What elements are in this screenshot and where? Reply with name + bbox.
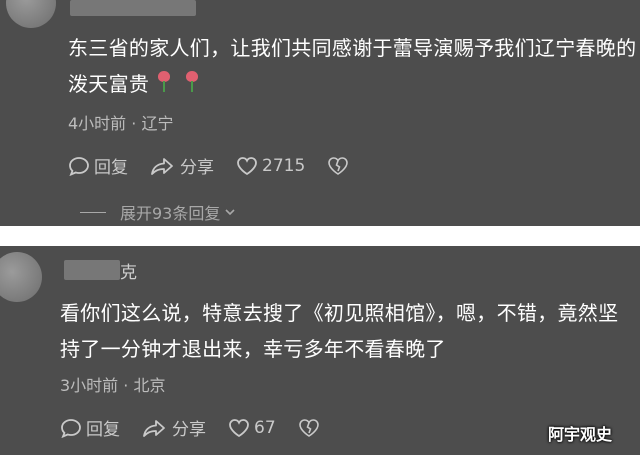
comment-text: 东三省的家人们，让我们共同感谢于蕾导演赐予我们辽宁春晚的泼天富贵 xyxy=(68,30,638,104)
reply-icon xyxy=(61,418,81,438)
like-button[interactable]: 67 xyxy=(228,418,276,438)
comment-text: 看你们这么说，特意去搜了《初见照相馆》，嗯，不错，竟然坚持了一分钟才退出来，幸亏… xyxy=(60,301,619,361)
comment-meta: 4小时前 · 辽宁 xyxy=(68,114,174,133)
reply-button[interactable]: 回复 xyxy=(68,153,128,178)
heart-icon xyxy=(237,156,257,175)
emoji-group xyxy=(155,68,211,104)
reply-label: 回复 xyxy=(94,158,128,178)
avatar[interactable] xyxy=(0,252,42,302)
like-button[interactable]: 2715 xyxy=(236,156,305,176)
expand-replies-link[interactable]: 展开93条回复 xyxy=(80,200,237,224)
comment-actions: 回复 分享 2715 xyxy=(68,153,375,178)
like-count: 67 xyxy=(254,417,276,438)
share-icon xyxy=(143,419,165,437)
comment-actions: 回复 分享 67 xyxy=(60,415,346,440)
broken-heart-icon xyxy=(328,156,349,175)
blurred-username[interactable] xyxy=(64,260,120,280)
username-visible-part[interactable]: 克 xyxy=(120,258,137,283)
blurred-username[interactable] xyxy=(70,0,196,16)
chevron-down-icon xyxy=(225,209,235,216)
dislike-button[interactable] xyxy=(298,418,324,438)
heart-icon xyxy=(229,418,249,437)
rose-icon xyxy=(183,69,201,93)
reply-icon xyxy=(69,156,89,176)
avatar[interactable] xyxy=(6,0,56,28)
share-icon xyxy=(151,157,173,175)
expand-replies-label: 展开93条回复 xyxy=(120,204,221,223)
watermark: 阿宇观史 xyxy=(548,425,613,444)
reply-label: 回复 xyxy=(86,420,120,440)
share-label: 分享 xyxy=(180,158,214,178)
share-button[interactable]: 分享 xyxy=(150,153,214,178)
broken-heart-icon xyxy=(298,418,319,437)
share-button[interactable]: 分享 xyxy=(142,415,206,440)
dislike-button[interactable] xyxy=(327,156,353,176)
expand-divider-line xyxy=(80,211,106,213)
comment-card: 克 看你们这么说，特意去搜了《初见照相馆》，嗯，不错，竟然坚持了一分钟才退出来，… xyxy=(0,246,640,455)
share-label: 分享 xyxy=(172,420,206,440)
comment-body: 东三省的家人们，让我们共同感谢于蕾导演赐予我们辽宁春晚的泼天富贵 xyxy=(68,36,637,96)
comment-card: 东三省的家人们，让我们共同感谢于蕾导演赐予我们辽宁春晚的泼天富贵 4小时前 · … xyxy=(0,0,640,226)
comment-meta: 3小时前 · 北京 xyxy=(60,376,166,395)
like-count: 2715 xyxy=(262,155,306,176)
card-separator xyxy=(0,226,640,246)
rose-icon xyxy=(155,69,173,93)
reply-button[interactable]: 回复 xyxy=(60,415,120,440)
